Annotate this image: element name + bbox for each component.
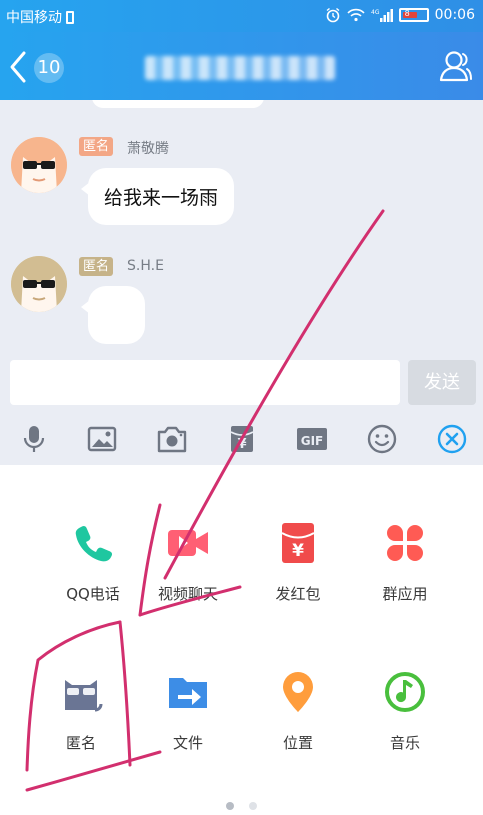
back-button[interactable]: 10 — [8, 50, 68, 84]
clock: 00:06 — [434, 7, 475, 23]
file-icon — [169, 678, 207, 708]
music-button[interactable]: 音乐 — [350, 670, 460, 780]
camera-icon[interactable] — [156, 423, 188, 455]
page-indicator — [0, 795, 483, 814]
message-text: 给我来一场雨 — [104, 187, 219, 209]
close-panel-icon[interactable] — [436, 423, 468, 455]
page-dot-active — [225, 802, 234, 810]
item-label: 音乐 — [389, 734, 420, 752]
red-packet-icon: ¥ — [281, 523, 315, 563]
item-label: QQ电话 — [66, 585, 120, 603]
video-camera-icon — [168, 530, 208, 556]
page-dot — [249, 802, 258, 810]
item-label: 视频聊天 — [157, 585, 218, 603]
unread-badge: 10 — [34, 53, 64, 83]
item-label: 匿名 — [65, 734, 96, 752]
gif-label: GIF — [301, 434, 324, 448]
avatar[interactable] — [11, 137, 67, 193]
anonymous-cat-avatar-icon — [11, 137, 67, 193]
anonymous-tag: 匿名 — [79, 257, 114, 276]
emoji-icon[interactable] — [366, 423, 398, 455]
item-label: 发红包 — [275, 585, 321, 603]
chevron-left-icon — [10, 51, 26, 83]
anonymous-cat-avatar-icon — [11, 256, 67, 312]
red-packet-toolbar-icon[interactable]: ¥ — [226, 423, 258, 455]
group-members-icon[interactable] — [437, 48, 473, 84]
more-functions-panel: QQ电话 视频聊天 ¥ 发红包 群应用 匿名 文件 位置 音乐 — [0, 465, 483, 815]
carrier-label: 中国移动 — [6, 10, 62, 26]
message-bubble[interactable] — [81, 286, 145, 344]
status-bar: 中国移动 4G 8 00:06 — [0, 0, 483, 32]
avatar[interactable] — [11, 256, 67, 312]
input-toolbar: ¥ GIF — [0, 413, 483, 465]
sender-name: S.H.E — [127, 258, 164, 274]
grid-petal-icon — [387, 525, 423, 561]
chat-header: 10 — [0, 32, 483, 100]
signal-icon: 4G — [371, 9, 393, 22]
previous-message-bubble — [92, 100, 264, 108]
image-icon[interactable] — [86, 423, 118, 455]
input-row: 发送 — [0, 350, 483, 413]
video-chat-button[interactable]: 视频聊天 — [133, 521, 243, 631]
phone-icon — [75, 525, 113, 562]
location-button[interactable]: 位置 — [243, 670, 353, 780]
anonymous-tag: 匿名 — [79, 137, 114, 156]
red-packet-button[interactable]: ¥ 发红包 — [243, 521, 353, 631]
message-list[interactable]: 匿名 萧敬腾 给我来一场雨 匿名 S.H.E — [0, 100, 483, 350]
alarm-icon — [326, 7, 340, 23]
sim-icon — [66, 10, 74, 24]
group-apps-button[interactable]: 群应用 — [350, 521, 460, 631]
gif-icon[interactable]: GIF — [296, 423, 328, 455]
sender-name: 萧敬腾 — [127, 141, 169, 157]
anonymous-mask-icon — [65, 680, 103, 712]
group-title-blurred — [145, 56, 335, 80]
file-button[interactable]: 文件 — [133, 670, 243, 780]
item-label: 文件 — [172, 734, 203, 752]
yen-glyph: ¥ — [292, 541, 304, 561]
svg-text:4G: 4G — [371, 9, 380, 16]
yen-glyph: ¥ — [237, 437, 246, 452]
qq-call-button[interactable]: QQ电话 — [38, 521, 148, 631]
item-label: 群应用 — [382, 585, 428, 603]
battery-icon: 8 — [398, 8, 429, 22]
battery-level: 8 — [404, 9, 410, 18]
send-button[interactable]: 发送 — [408, 360, 476, 405]
microphone-icon[interactable] — [18, 423, 50, 455]
wifi-icon — [347, 8, 365, 22]
location-pin-icon — [283, 672, 313, 712]
anonymous-button[interactable]: 匿名 — [26, 670, 136, 780]
message-bubble[interactable]: 给我来一场雨 — [80, 168, 235, 225]
item-label: 位置 — [282, 734, 313, 752]
message-input[interactable] — [10, 360, 400, 405]
music-note-icon — [385, 672, 425, 712]
